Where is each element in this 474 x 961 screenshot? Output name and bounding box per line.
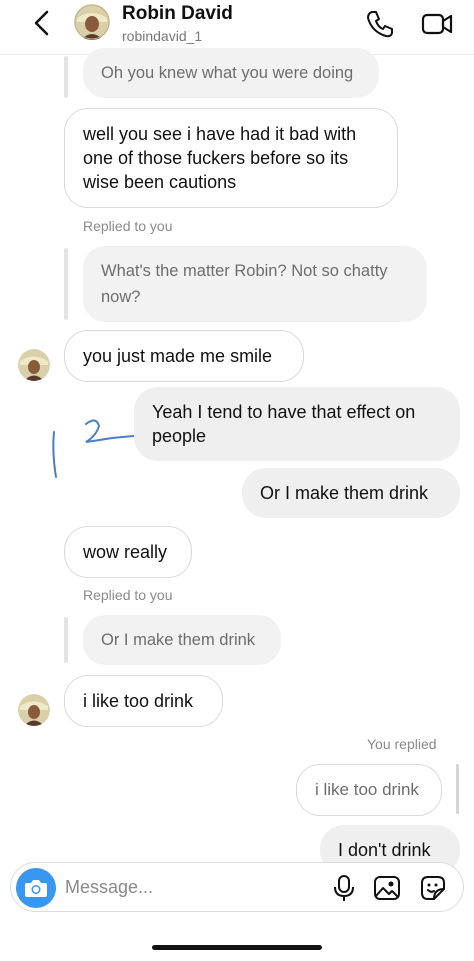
reply-quote-text: i like too drink — [315, 780, 419, 799]
message-text: well you see i have had it bad with one … — [83, 124, 357, 192]
reply-quote-text: What's the matter Robin? Not so chatty n… — [101, 262, 388, 306]
contact-avatar[interactable] — [74, 4, 110, 40]
incoming-message[interactable]: i like too drink — [64, 675, 223, 727]
camera-button[interactable] — [16, 868, 56, 908]
handwritten-scribble — [52, 419, 135, 478]
video-camera-icon[interactable] — [420, 8, 454, 40]
sender-avatar[interactable] — [18, 349, 50, 381]
message-text: i like too drink — [83, 691, 194, 711]
sender-avatar[interactable] — [18, 694, 50, 726]
you-replied-label: You replied — [367, 736, 437, 752]
reply-quote-text: Or I make them drink — [101, 631, 256, 649]
reply-quote-bar — [456, 764, 459, 814]
message-text: I don't drink — [338, 840, 431, 860]
incoming-message[interactable]: well you see i have had it bad with one … — [64, 108, 398, 208]
incoming-message[interactable]: wow really — [64, 526, 192, 578]
reply-quote[interactable]: Oh you knew what you were doing — [83, 48, 379, 98]
chevron-left-icon[interactable] — [28, 8, 58, 38]
reply-quote[interactable]: Or I make them drink — [83, 615, 281, 665]
message-text: wow really — [83, 542, 168, 562]
contact-name[interactable]: Robin David — [122, 3, 233, 25]
reply-quote[interactable]: i like too drink — [296, 764, 442, 816]
home-indicator[interactable] — [152, 945, 322, 950]
message-composer — [10, 862, 464, 912]
image-icon[interactable] — [373, 874, 401, 902]
phone-icon[interactable] — [364, 8, 396, 40]
message-text: Or I make them drink — [260, 483, 429, 503]
reply-quote-text: Oh you knew what you were doing — [101, 64, 354, 82]
reply-quote-bar — [64, 617, 68, 663]
sticker-icon[interactable] — [419, 874, 447, 902]
microphone-icon[interactable] — [331, 874, 357, 902]
outgoing-message[interactable]: Or I make them drink — [242, 468, 460, 518]
replied-to-you-label: Replied to you — [83, 587, 173, 603]
reply-quote[interactable]: What's the matter Robin? Not so chatty n… — [83, 246, 427, 322]
incoming-message[interactable]: you just made me smile — [64, 330, 304, 382]
outgoing-message[interactable]: Yeah I tend to have that effect on peopl… — [134, 387, 460, 461]
message-text: you just made me smile — [83, 346, 273, 366]
message-input[interactable] — [65, 875, 285, 899]
camera-icon — [25, 880, 47, 897]
message-text: Yeah I tend to have that effect on peopl… — [152, 402, 416, 446]
reply-quote-bar — [64, 56, 68, 98]
reply-quote-bar — [64, 248, 68, 320]
contact-username[interactable]: robindavid_1 — [122, 28, 202, 44]
chat-header: Robin David robindavid_1 — [0, 0, 474, 55]
replied-to-you-label: Replied to you — [83, 218, 173, 234]
